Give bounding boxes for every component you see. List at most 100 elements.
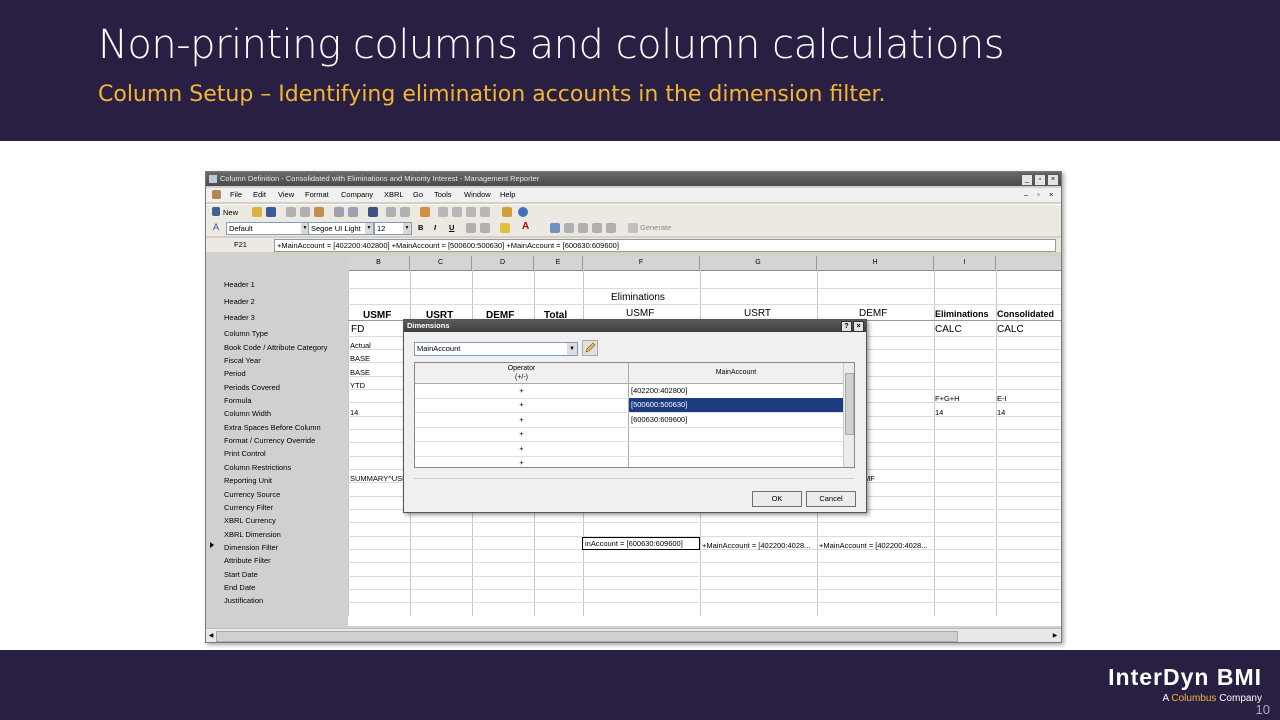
operator-cell[interactable]: + bbox=[415, 442, 628, 456]
tools-icon[interactable] bbox=[502, 207, 512, 217]
back-icon[interactable] bbox=[438, 207, 448, 217]
width-b-cell[interactable]: 14 bbox=[350, 408, 358, 417]
scrollbar-thumb[interactable] bbox=[216, 631, 958, 642]
width-j-cell[interactable]: 14 bbox=[997, 408, 1005, 417]
bold-icon[interactable]: B bbox=[418, 223, 423, 232]
undo-icon[interactable] bbox=[334, 207, 344, 217]
col-header-h[interactable]: H bbox=[817, 256, 934, 270]
chevron-down-icon[interactable]: ▼ bbox=[567, 343, 577, 355]
menu-edit[interactable]: Edit bbox=[253, 190, 266, 199]
periods-covered-b-cell[interactable]: YTD bbox=[350, 381, 365, 390]
header3-j-cell[interactable]: Consolidated bbox=[997, 309, 1054, 319]
menu-go[interactable]: Go bbox=[413, 190, 423, 199]
period-b-cell[interactable]: BASE bbox=[350, 368, 370, 377]
header3-f-cell[interactable]: USMF bbox=[626, 308, 654, 319]
col-header-i[interactable]: I bbox=[934, 256, 996, 270]
account-range-cell[interactable]: [600630:609600] bbox=[629, 413, 843, 427]
col-header-b[interactable]: B bbox=[348, 256, 410, 270]
help-icon[interactable]: ? bbox=[841, 321, 852, 332]
new-icon[interactable] bbox=[212, 207, 220, 216]
dimension-filter-g-cell[interactable]: +MainAccount = [402200:4028... bbox=[702, 541, 810, 550]
font-color-icon[interactable]: A bbox=[522, 221, 529, 232]
menu-company[interactable]: Company bbox=[341, 190, 373, 199]
dimension-row[interactable]: + bbox=[415, 427, 843, 442]
header3-g-cell[interactable]: USRT bbox=[744, 308, 771, 319]
grid-icon[interactable] bbox=[606, 223, 616, 233]
size-combo[interactable]: 12 ▼ bbox=[374, 222, 412, 235]
mdi-minimize-icon[interactable]: – bbox=[1024, 190, 1028, 199]
menu-format[interactable]: Format bbox=[305, 190, 329, 199]
col-header-c[interactable]: C bbox=[410, 256, 472, 270]
dimension-row[interactable]: + [600630:609600] bbox=[415, 413, 843, 428]
dimension-row-selected[interactable]: + [500600:500630] bbox=[415, 398, 843, 413]
cut-icon[interactable] bbox=[286, 207, 296, 217]
mdi-close-icon[interactable]: × bbox=[1049, 190, 1053, 199]
dimension-row[interactable]: + bbox=[415, 456, 843, 467]
paste-icon[interactable] bbox=[314, 207, 324, 217]
underline-icon[interactable]: U bbox=[449, 223, 454, 232]
fiscal-year-b-cell[interactable]: BASE bbox=[350, 354, 370, 363]
increase-indent-icon[interactable] bbox=[480, 223, 490, 233]
col-header-d[interactable]: D bbox=[472, 256, 534, 270]
ok-button[interactable]: OK bbox=[752, 491, 802, 507]
minimize-button[interactable]: _ bbox=[1021, 174, 1033, 186]
menu-help[interactable]: Help bbox=[500, 190, 515, 199]
restore-button[interactable]: ▫ bbox=[1034, 174, 1046, 186]
font-combo[interactable]: Segoe UI Light ▼ bbox=[308, 222, 374, 235]
edit-pencil-icon[interactable] bbox=[582, 340, 598, 356]
menu-tools[interactable]: Tools bbox=[434, 190, 452, 199]
column-type-j-cell[interactable]: CALC bbox=[997, 324, 1024, 335]
dimension-filter-h-cell[interactable]: +MainAccount = [402200:4028... bbox=[819, 541, 927, 550]
align-left-icon[interactable] bbox=[550, 223, 560, 233]
chevron-down-icon[interactable]: ▼ bbox=[403, 223, 411, 234]
insert-column-icon[interactable] bbox=[400, 207, 410, 217]
dimension-row[interactable]: + [402200:402800] bbox=[415, 384, 843, 399]
forward-icon[interactable] bbox=[452, 207, 462, 217]
home-icon[interactable] bbox=[420, 207, 430, 217]
save-icon[interactable] bbox=[266, 207, 276, 217]
horizontal-scrollbar[interactable]: ◀ ▶ bbox=[206, 628, 1061, 642]
dimension-row[interactable]: + bbox=[415, 442, 843, 457]
scroll-right-icon[interactable]: ▶ bbox=[1051, 631, 1059, 641]
new-button[interactable]: New bbox=[223, 208, 238, 217]
menu-file[interactable]: File bbox=[230, 190, 242, 199]
help-icon[interactable] bbox=[518, 207, 528, 217]
link-icon[interactable] bbox=[466, 207, 476, 217]
align-right-icon[interactable] bbox=[578, 223, 588, 233]
operator-cell[interactable]: + bbox=[415, 413, 628, 427]
reporting-unit-b-cell[interactable]: SUMMARY^USM bbox=[350, 474, 408, 483]
account-range-cell[interactable]: [500600:500630] bbox=[629, 398, 843, 412]
formula-i-cell[interactable]: F+G+H bbox=[935, 394, 960, 403]
column-type-b-cell[interactable]: FD bbox=[351, 324, 364, 335]
generate-button[interactable]: Generate bbox=[640, 223, 671, 232]
redo-icon[interactable] bbox=[348, 207, 358, 217]
operator-cell[interactable]: + bbox=[415, 456, 628, 467]
justify-icon[interactable] bbox=[592, 223, 602, 233]
decrease-indent-icon[interactable] bbox=[466, 223, 476, 233]
operator-cell[interactable]: + bbox=[415, 384, 628, 398]
style-combo[interactable]: Default ▼ bbox=[226, 222, 310, 235]
col-header-g[interactable]: G bbox=[700, 256, 817, 270]
mdi-restore-icon[interactable]: ▫ bbox=[1037, 190, 1040, 199]
cancel-button[interactable]: Cancel bbox=[806, 491, 856, 507]
header3-i-cell[interactable]: Eliminations bbox=[935, 309, 989, 319]
open-folder-icon[interactable] bbox=[252, 207, 262, 217]
operator-cell[interactable]: + bbox=[415, 398, 628, 412]
book-code-b-cell[interactable]: Actual bbox=[350, 341, 371, 350]
copy-icon[interactable] bbox=[300, 207, 310, 217]
scroll-left-icon[interactable]: ◀ bbox=[207, 631, 215, 641]
insert-row-icon[interactable] bbox=[386, 207, 396, 217]
close-icon[interactable]: × bbox=[853, 321, 864, 332]
menu-xbrl[interactable]: XBRL bbox=[384, 190, 404, 199]
header3-b-cell[interactable]: USMF bbox=[363, 310, 391, 321]
col-header-j[interactable] bbox=[996, 256, 1061, 270]
dimension-select[interactable]: MainAccount ▼ bbox=[414, 342, 578, 356]
find-icon[interactable] bbox=[368, 207, 378, 217]
close-button[interactable]: × bbox=[1047, 174, 1059, 186]
italic-icon[interactable]: I bbox=[434, 223, 436, 232]
align-center-icon[interactable] bbox=[564, 223, 574, 233]
fill-color-icon[interactable] bbox=[500, 223, 510, 233]
col-header-f[interactable]: F bbox=[583, 256, 700, 270]
menu-view[interactable]: View bbox=[278, 190, 294, 199]
col-header-e[interactable]: E bbox=[534, 256, 583, 270]
